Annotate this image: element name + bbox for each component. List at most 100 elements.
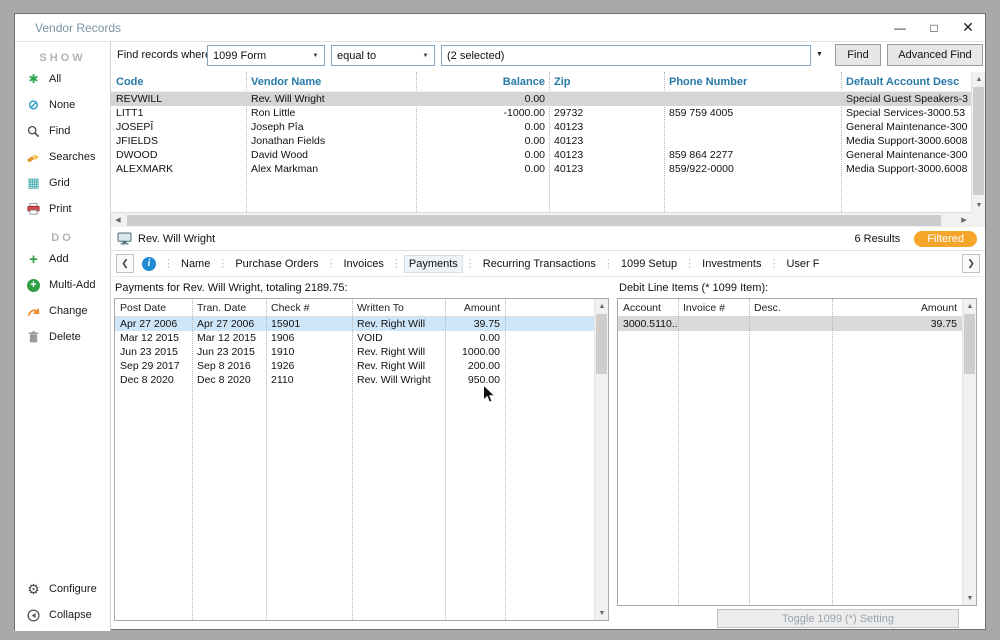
tab-info[interactable]: i (137, 254, 161, 274)
sidebar-item-change[interactable]: Change (15, 298, 110, 324)
column-header-amount[interactable]: Amount (832, 302, 965, 314)
tab-scroll-left-icon[interactable]: ❮ (116, 254, 134, 273)
cell-check: 1906 (266, 332, 352, 344)
column-header-desc[interactable]: Desc. (749, 302, 832, 314)
scroll-down-icon[interactable]: ▼ (972, 198, 986, 212)
payment-row[interactable]: Dec 8 2020 Dec 8 2020 2110 Rev. Will Wri… (115, 373, 608, 387)
vendor-row[interactable]: JFIELDS Jonathan Fields 0.00 40123 Media… (111, 134, 971, 148)
column-header-written-to[interactable]: Written To (352, 302, 445, 314)
filtered-badge[interactable]: Filtered (914, 231, 977, 247)
sidebar-item-searches[interactable]: Searches (15, 144, 110, 170)
vendor-row[interactable]: LITT1 Ron Little -1000.00 29732 859 759 … (111, 106, 971, 120)
vendor-row-selected[interactable]: REVWILL Rev. Will Wright 0.00 Special Gu… (111, 92, 971, 106)
tab-scroll-right-icon[interactable]: ❯ (962, 254, 980, 273)
cell-balance: 0.00 (416, 163, 549, 175)
sidebar-item-label: Delete (49, 331, 81, 343)
debit-panel-title: Debit Line Items (* 1099 Item): (619, 282, 768, 294)
column-header-invoice[interactable]: Invoice # (678, 302, 749, 314)
debit-vertical-scrollbar[interactable]: ▲ ▼ (962, 299, 976, 605)
grid-horizontal-scrollbar[interactable]: ◀ ▶ (111, 212, 971, 227)
sidebar-item-find[interactable]: Find (15, 118, 110, 144)
sidebar-item-label: Add (49, 253, 69, 265)
scroll-right-icon[interactable]: ▶ (957, 213, 971, 227)
column-header-account[interactable]: Account (618, 302, 678, 314)
cell-post-date: Jun 23 2015 (115, 346, 192, 358)
sidebar-item-print[interactable]: Print (15, 196, 110, 222)
scroll-down-icon[interactable]: ▼ (963, 591, 977, 605)
cell-account: Media Support-3000.6008 (841, 135, 971, 147)
sidebar-item-configure[interactable]: ⚙ Configure (15, 576, 110, 602)
column-header-amount[interactable]: Amount (445, 302, 505, 314)
vendor-results-grid: Code Vendor Name Balance Zip Phone Numbe… (111, 72, 971, 212)
cell-check: 1910 (266, 346, 352, 358)
cell-balance: 0.00 (416, 121, 549, 133)
scroll-down-icon[interactable]: ▼ (595, 606, 609, 620)
tab-invoices[interactable]: Invoices (339, 255, 389, 273)
scrollbar-thumb[interactable] (596, 314, 607, 374)
debit-row-selected[interactable]: 3000.5110.... 39.75 (618, 317, 976, 331)
tab-recurring-transactions[interactable]: Recurring Transactions (478, 255, 601, 273)
payment-row[interactable]: Jun 23 2015 Jun 23 2015 1910 Rev. Right … (115, 345, 608, 359)
criteria-dropdown-icon[interactable]: ▼ (816, 51, 823, 58)
find-records-where-label: Find records where (117, 49, 211, 61)
column-header-check[interactable]: Check # (266, 302, 352, 314)
tab-purchase-orders[interactable]: Purchase Orders (230, 255, 323, 273)
advanced-find-button[interactable]: Advanced Find (887, 44, 983, 66)
tab-label: Payments (409, 258, 458, 270)
cell-tran-date: Mar 12 2015 (192, 332, 266, 344)
column-header-default-account[interactable]: Default Account Desc (841, 76, 971, 88)
column-header-phone-number[interactable]: Phone Number (664, 76, 841, 88)
grid-vertical-scrollbar[interactable]: ▲ ▼ (971, 72, 985, 212)
tab-1099-setup[interactable]: 1099 Setup (616, 255, 682, 273)
tab-investments[interactable]: Investments (697, 255, 766, 273)
sidebar-item-add[interactable]: + Add (15, 246, 110, 272)
sidebar-item-delete[interactable]: Delete (15, 324, 110, 350)
find-button[interactable]: Find (835, 44, 881, 66)
cell-account: 3000.5110.... (618, 318, 678, 330)
collapse-circle-icon (26, 608, 41, 622)
column-header-tran-date[interactable]: Tran. Date (192, 302, 266, 314)
payments-vertical-scrollbar[interactable]: ▲ ▼ (594, 299, 608, 620)
scrollbar-thumb[interactable] (973, 87, 984, 195)
scrollbar-thumb[interactable] (964, 314, 975, 374)
close-icon[interactable]: ✕ (951, 14, 985, 41)
scroll-up-icon[interactable]: ▲ (972, 72, 986, 86)
cell-zip: 40123 (549, 149, 664, 161)
cell-phone: 859/922-0000 (664, 163, 841, 175)
column-header-vendor-name[interactable]: Vendor Name (246, 76, 416, 88)
tab-user-fields[interactable]: User F (781, 255, 824, 273)
vendor-row[interactable]: JOSEPÎ Joseph Pîa 0.00 40123 General Mai… (111, 120, 971, 134)
payment-row[interactable]: Mar 12 2015 Mar 12 2015 1906 VOID 0.00 (115, 331, 608, 345)
scroll-up-icon[interactable]: ▲ (595, 299, 609, 313)
sidebar-item-collapse[interactable]: Collapse (15, 602, 110, 628)
tab-separator-icon: ⋮ (684, 257, 695, 270)
sidebar-item-none[interactable]: ⊘ None (15, 92, 110, 118)
vendor-row[interactable]: ALEXMARK Alex Markman 0.00 40123 859/922… (111, 162, 971, 176)
sidebar-item-label: Multi-Add (49, 279, 95, 291)
scrollbar-thumb[interactable] (127, 215, 941, 226)
vendor-row[interactable]: DWOOD David Wood 0.00 40123 859 864 2277… (111, 148, 971, 162)
column-header-balance[interactable]: Balance (416, 76, 549, 88)
scroll-left-icon[interactable]: ◀ (111, 213, 125, 227)
column-header-zip[interactable]: Zip (549, 76, 664, 88)
debit-table-header: Account Invoice # Desc. Amount (618, 299, 976, 317)
payment-row-selected[interactable]: Apr 27 2006 Apr 27 2006 15901 Rev. Right… (115, 317, 608, 331)
column-header-code[interactable]: Code (111, 76, 246, 88)
column-header-post-date[interactable]: Post Date (115, 302, 192, 314)
minimize-icon[interactable]: — (883, 14, 917, 41)
tab-payments[interactable]: Payments (404, 255, 463, 273)
criteria-input[interactable] (441, 45, 811, 66)
chevron-down-icon: ▼ (307, 46, 324, 65)
sidebar-item-grid[interactable]: ▦ Grid (15, 170, 110, 196)
sidebar-item-all[interactable]: ✱ All (15, 66, 110, 92)
maximize-icon[interactable]: □ (917, 14, 951, 41)
scroll-up-icon[interactable]: ▲ (963, 299, 977, 313)
operator-select[interactable]: equal to ▼ (331, 45, 435, 66)
cell-vendor-name: Rev. Will Wright (246, 93, 416, 105)
field-select[interactable]: 1099 Form ▼ (207, 45, 325, 66)
payment-row[interactable]: Sep 29 2017 Sep 8 2016 1926 Rev. Right W… (115, 359, 608, 373)
gear-icon: ⚙ (26, 582, 41, 596)
sidebar-item-multi-add[interactable]: + Multi-Add (15, 272, 110, 298)
toggle-1099-button[interactable]: Toggle 1099 (*) Setting (717, 609, 959, 628)
tab-name[interactable]: Name (176, 255, 215, 273)
